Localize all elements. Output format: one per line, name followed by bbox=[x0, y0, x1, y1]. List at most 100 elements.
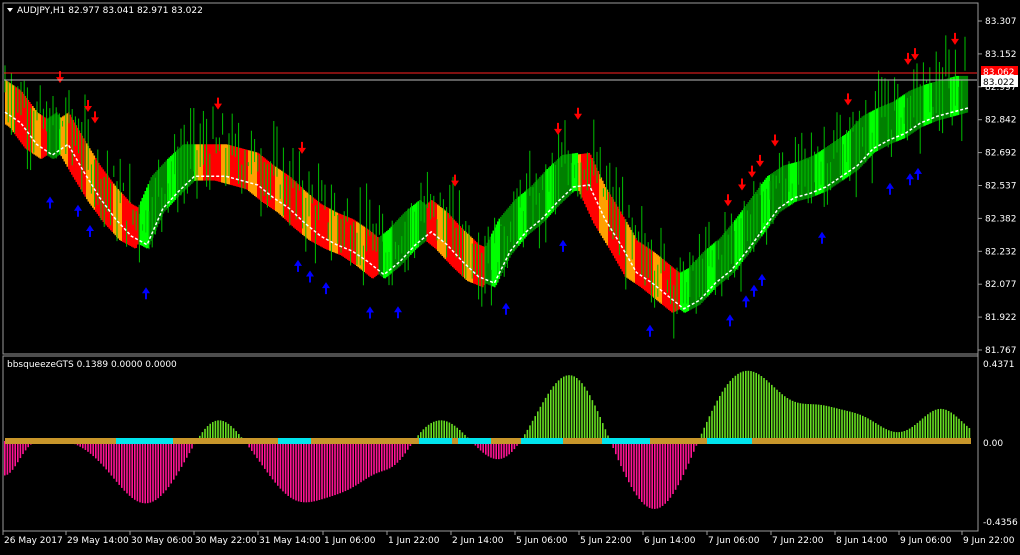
squeeze-dot bbox=[125, 438, 128, 444]
trend-band-segment bbox=[815, 154, 817, 196]
histogram-bar bbox=[789, 399, 791, 441]
price-tick-label: 83.152 bbox=[985, 50, 1017, 60]
chart-canvas[interactable]: 83.30783.15282.99782.84282.69282.53782.3… bbox=[0, 0, 1020, 551]
trend-band-segment bbox=[479, 244, 481, 287]
trend-band-segment bbox=[453, 219, 456, 269]
squeeze-dot bbox=[434, 438, 437, 444]
trend-band-segment bbox=[755, 191, 757, 245]
trend-band-segment bbox=[408, 208, 411, 257]
squeeze-dot bbox=[263, 438, 266, 444]
histogram-bar bbox=[344, 441, 347, 492]
histogram-bar bbox=[622, 441, 625, 472]
histogram-bar bbox=[375, 441, 378, 474]
histogram-bar bbox=[305, 441, 308, 503]
trend-band-segment bbox=[131, 203, 133, 247]
time-tick-label: 9 Jun 06:00 bbox=[900, 536, 952, 546]
squeeze-dot bbox=[596, 438, 599, 444]
squeeze-dot bbox=[659, 438, 662, 444]
histogram-bar bbox=[838, 408, 841, 441]
trend-band-segment bbox=[111, 181, 114, 232]
up-arrow-icon bbox=[750, 284, 758, 297]
trend-band-segment bbox=[467, 233, 469, 282]
squeeze-dot bbox=[548, 438, 551, 444]
squeeze-dot bbox=[515, 438, 518, 444]
squeeze-dot bbox=[674, 438, 677, 444]
trend-band-segment bbox=[24, 95, 27, 149]
up-arrow-icon bbox=[559, 239, 567, 252]
squeeze-dot bbox=[50, 438, 53, 444]
trend-band-segment bbox=[120, 192, 123, 242]
trend-band-segment bbox=[41, 115, 43, 159]
trend-band-segment bbox=[66, 113, 69, 167]
histogram-bar bbox=[737, 373, 739, 441]
histogram-bar bbox=[669, 441, 672, 498]
trend-band-segment bbox=[690, 265, 693, 310]
histogram-bar bbox=[854, 412, 856, 441]
squeeze-dot bbox=[779, 438, 782, 444]
squeeze-dot bbox=[224, 438, 227, 444]
histogram-bar bbox=[357, 441, 360, 484]
histogram-bar bbox=[362, 441, 365, 481]
histogram-bar bbox=[661, 441, 664, 506]
histogram-bar bbox=[734, 375, 737, 441]
trend-band-segment bbox=[449, 214, 451, 265]
squeeze-dot bbox=[866, 438, 869, 444]
histogram-bar bbox=[726, 384, 729, 441]
histogram-bar bbox=[862, 415, 864, 441]
squeeze-dot bbox=[872, 438, 875, 444]
histogram-bar bbox=[292, 441, 295, 500]
squeeze-dot bbox=[17, 438, 20, 444]
squeeze-dot bbox=[236, 438, 239, 444]
histogram-bar bbox=[750, 371, 752, 441]
trend-band-segment bbox=[863, 115, 865, 164]
trend-band-segment bbox=[944, 79, 946, 119]
trend-band-segment bbox=[378, 237, 381, 275]
squeeze-dot bbox=[818, 438, 821, 444]
trend-band-segment bbox=[498, 218, 501, 280]
squeeze-dot bbox=[590, 438, 593, 444]
squeeze-dot bbox=[164, 438, 167, 444]
histogram-bar bbox=[342, 441, 344, 493]
histogram-bar bbox=[279, 441, 282, 489]
histogram-bar bbox=[269, 441, 271, 476]
squeeze-dot bbox=[341, 438, 344, 444]
trend-band-segment bbox=[629, 227, 631, 280]
histogram-bar bbox=[123, 441, 126, 491]
trend-band-segment bbox=[264, 158, 267, 205]
trend-band-segment bbox=[207, 144, 210, 181]
histogram-bar bbox=[438, 420, 440, 441]
trend-band-segment bbox=[227, 144, 229, 185]
squeeze-dot bbox=[365, 438, 368, 444]
squeeze-dot bbox=[467, 438, 470, 444]
trend-band-segment bbox=[680, 272, 682, 310]
squeeze-dot bbox=[554, 438, 557, 444]
squeeze-dot bbox=[557, 438, 560, 444]
trend-band-segment bbox=[678, 272, 681, 310]
histogram-bar bbox=[830, 406, 833, 441]
histogram-bar bbox=[815, 404, 817, 441]
squeeze-dot bbox=[167, 438, 170, 444]
squeeze-dot bbox=[773, 438, 776, 444]
trend-band-segment bbox=[671, 266, 673, 313]
squeeze-dot bbox=[908, 438, 911, 444]
squeeze-dot bbox=[326, 438, 329, 444]
trend-band-segment bbox=[521, 194, 523, 243]
price-tick-label: 82.842 bbox=[985, 116, 1017, 126]
squeeze-dot bbox=[155, 438, 158, 444]
trend-band-segment bbox=[38, 113, 40, 158]
histogram-bar bbox=[149, 441, 152, 503]
squeeze-dot bbox=[188, 438, 191, 444]
chart-menu-triangle-icon[interactable] bbox=[7, 8, 13, 12]
trend-band-segment bbox=[402, 213, 405, 263]
trend-band-segment bbox=[834, 141, 837, 186]
squeeze-dot bbox=[152, 438, 155, 444]
trend-band-segment bbox=[852, 125, 855, 174]
histogram-bar bbox=[810, 404, 812, 441]
histogram-bar bbox=[794, 401, 796, 441]
trend-band-segment bbox=[854, 124, 856, 173]
trend-band-segment bbox=[63, 115, 66, 162]
trend-band-segment bbox=[303, 189, 306, 237]
histogram-bar bbox=[836, 408, 838, 441]
squeeze-dot bbox=[914, 438, 917, 444]
trend-band-segment bbox=[162, 163, 165, 214]
